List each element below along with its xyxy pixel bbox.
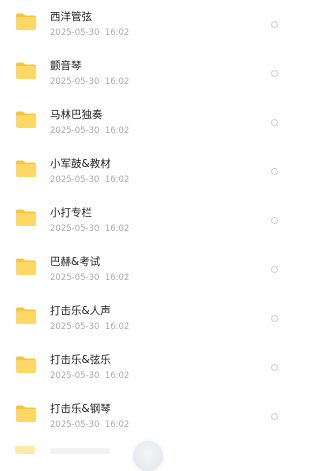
select-radio[interactable] xyxy=(271,119,278,126)
file-date: 2025-05-30 xyxy=(50,77,100,87)
file-date: 2025-05-30 xyxy=(50,371,100,381)
file-name: 巴赫&考试 xyxy=(50,256,101,268)
select-radio[interactable] xyxy=(271,217,278,224)
file-time: 16:02 xyxy=(104,175,130,185)
file-meta: 2025-05-30 16:02 xyxy=(50,273,129,284)
file-date: 2025-05-30 xyxy=(50,322,100,332)
file-time: 16:02 xyxy=(104,420,130,430)
folder-icon xyxy=(15,110,37,129)
select-radio[interactable] xyxy=(271,70,278,77)
folder-icon xyxy=(15,208,37,227)
file-name: 打击乐&人声 xyxy=(50,305,111,317)
folder-icon xyxy=(15,404,37,423)
folder-icon xyxy=(15,355,37,374)
file-time: 16:02 xyxy=(104,77,130,87)
list-item[interactable]: 小打专栏 2025-05-30 16:02 xyxy=(0,207,287,256)
list-item[interactable]: 巴赫&考试 2025-05-30 16:02 xyxy=(0,256,287,305)
file-meta: 2025-05-30 16:02 xyxy=(50,371,129,382)
file-date: 2025-05-30 xyxy=(50,273,100,283)
file-name: 打击乐&弦乐 xyxy=(50,354,111,366)
file-name: 小打专栏 xyxy=(50,207,92,219)
select-radio[interactable] xyxy=(271,315,278,322)
file-meta: 2025-05-30 16:02 xyxy=(50,175,129,186)
list-item[interactable]: 颤音琴 2025-05-30 16:02 xyxy=(0,60,287,109)
select-radio[interactable] xyxy=(271,168,278,175)
folder-icon xyxy=(15,257,37,276)
file-time: 16:02 xyxy=(104,28,130,38)
file-date: 2025-05-30 xyxy=(50,175,100,185)
partial-folder-icon xyxy=(15,446,35,454)
list-item[interactable]: 打击乐&弦乐 2025-05-30 16:02 xyxy=(0,354,287,403)
file-time: 16:02 xyxy=(104,224,130,234)
folder-icon xyxy=(15,12,37,31)
file-time: 16:02 xyxy=(104,126,130,136)
list-item[interactable]: 马林巴独奏 2025-05-30 16:02 xyxy=(0,109,287,158)
folder-icon xyxy=(15,306,37,325)
file-name: 打击乐&钢琴 xyxy=(50,403,111,415)
floating-action-button[interactable] xyxy=(133,441,163,471)
partial-list-item xyxy=(50,448,110,454)
file-date: 2025-05-30 xyxy=(50,420,100,430)
file-date: 2025-05-30 xyxy=(50,224,100,234)
file-meta: 2025-05-30 16:02 xyxy=(50,224,129,235)
file-time: 16:02 xyxy=(104,322,130,332)
list-item[interactable]: 西洋管弦 2025-05-30 16:02 xyxy=(0,11,287,60)
file-meta: 2025-05-30 16:02 xyxy=(50,322,129,333)
file-name: 小军鼓&教材 xyxy=(50,158,111,170)
file-name: 西洋管弦 xyxy=(50,11,92,23)
file-name: 颤音琴 xyxy=(50,60,82,72)
file-meta: 2025-05-30 16:02 xyxy=(50,77,129,88)
file-time: 16:02 xyxy=(104,273,130,283)
file-meta: 2025-05-30 16:02 xyxy=(50,28,129,39)
file-date: 2025-05-30 xyxy=(50,28,100,38)
select-radio[interactable] xyxy=(271,413,278,420)
select-radio[interactable] xyxy=(271,21,278,28)
folder-icon xyxy=(15,159,37,178)
file-date: 2025-05-30 xyxy=(50,126,100,136)
list-item[interactable]: 打击乐&人声 2025-05-30 16:02 xyxy=(0,305,287,354)
list-item[interactable]: 小军鼓&教材 2025-05-30 16:02 xyxy=(0,158,287,207)
file-meta: 2025-05-30 16:02 xyxy=(50,420,129,431)
select-radio[interactable] xyxy=(271,266,278,273)
file-time: 16:02 xyxy=(104,371,130,381)
select-radio[interactable] xyxy=(271,364,278,371)
folder-icon xyxy=(15,61,37,80)
file-meta: 2025-05-30 16:02 xyxy=(50,126,129,137)
file-name: 马林巴独奏 xyxy=(50,109,103,121)
